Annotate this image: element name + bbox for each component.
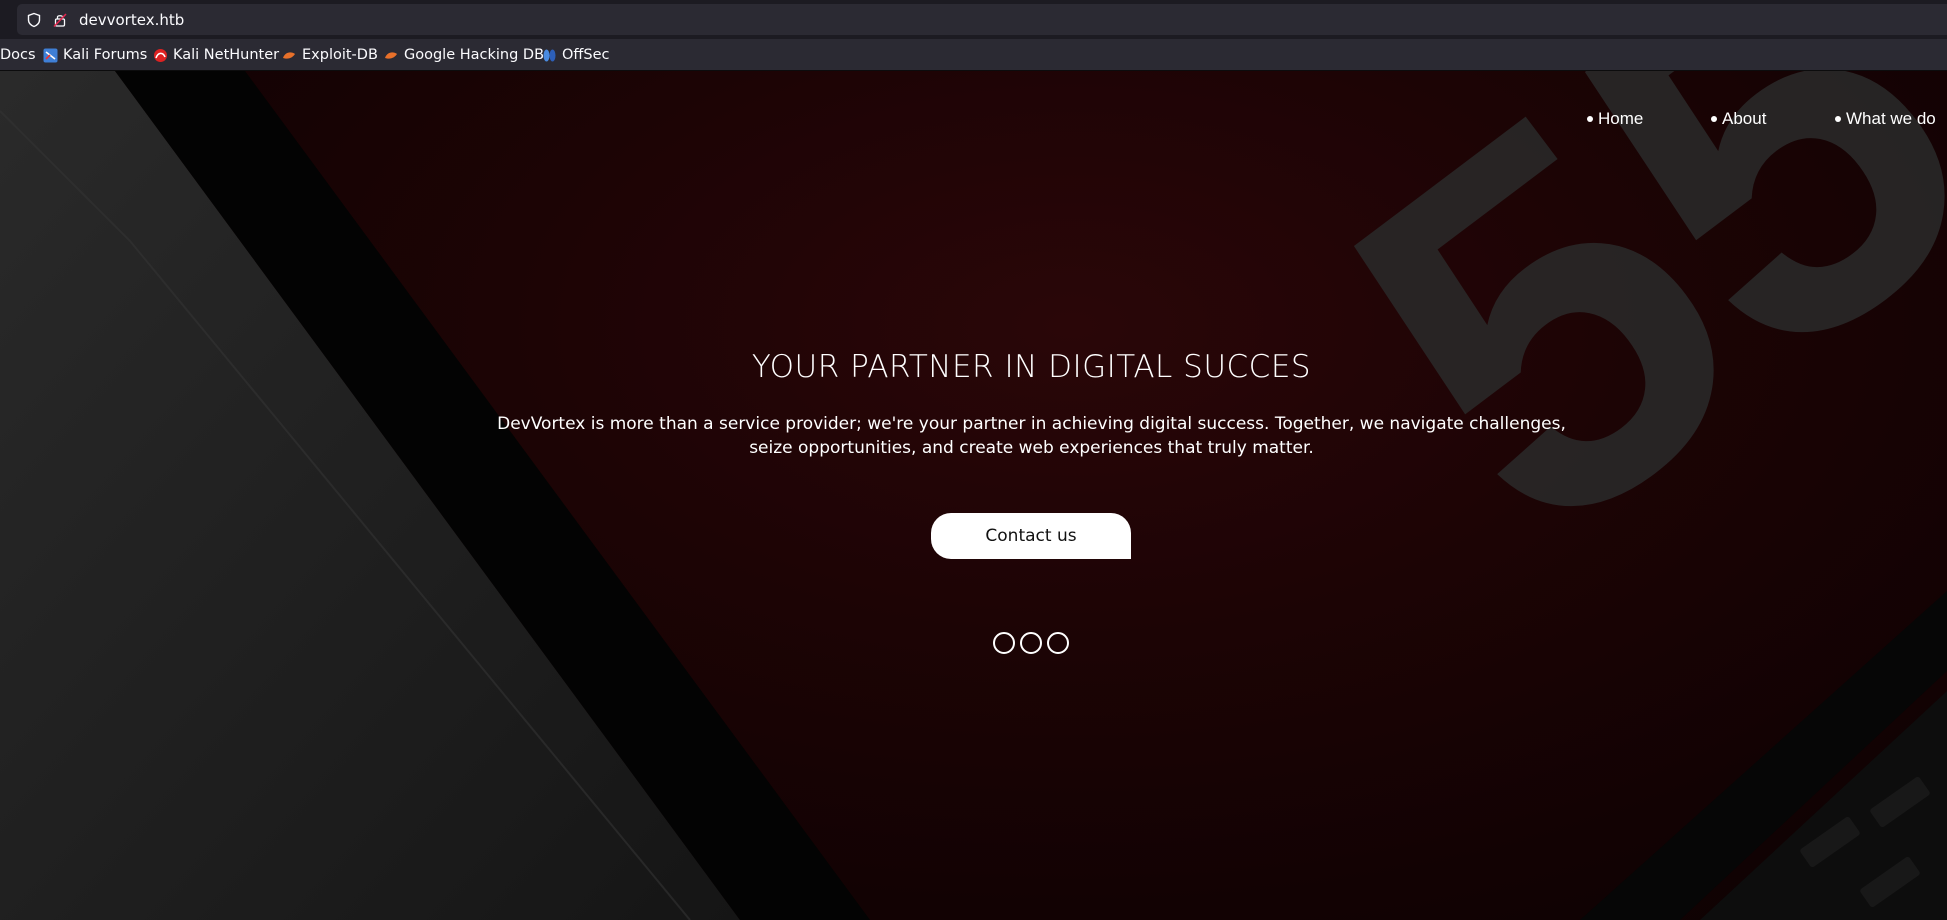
carousel-indicators [993, 632, 1069, 654]
bookmark-offsec[interactable]: OffSec [542, 46, 610, 64]
nav-item-about[interactable]: About [1711, 107, 1766, 131]
bookmark-label: Kali Forums [63, 47, 148, 63]
offsec-icon [543, 49, 556, 61]
hero-headline: YOUR PARTNER IN DIGITAL SUCCES [751, 349, 1312, 385]
bookmark-label: Google Hacking DB [404, 47, 545, 63]
contact-us-button[interactable]: Contact us [931, 513, 1131, 559]
bookmark-label: Docs [0, 47, 36, 63]
bookmark-exploit-db[interactable]: Exploit-DB [282, 46, 378, 64]
bookmark-label: Kali NetHunter [173, 47, 280, 63]
nav-bullet-icon [1835, 116, 1841, 122]
bookmark-docs[interactable]: Docs [0, 46, 36, 64]
bookmark-label: Exploit-DB [302, 47, 378, 63]
nav-item-what-we-do[interactable]: What we do [1835, 107, 1936, 131]
hero-background-image: 55 [0, 71, 1947, 920]
bookmark-google-hacking-db[interactable]: Google Hacking DB [384, 46, 544, 64]
nav-bullet-icon [1711, 116, 1717, 122]
insecure-lock-icon[interactable] [52, 12, 68, 28]
bookmarks-toolbar: Docs Kali Forums Kali NetHunter Exploit-… [0, 39, 1947, 71]
bookmark-kali-forums[interactable]: Kali Forums [43, 46, 147, 64]
bookmark-kali-nethunter[interactable]: Kali NetHunter [153, 46, 279, 64]
address-bar[interactable]: devvortex.htb [17, 4, 1947, 35]
hero-subtext: DevVortex is more than a service provide… [497, 414, 1566, 458]
carousel-dot-3[interactable] [1047, 632, 1069, 654]
nav-label: Home [1598, 109, 1644, 128]
kali-forums-icon [43, 48, 58, 62]
hero-section: 55 Home About What we do [0, 71, 1947, 920]
carousel-dot-2[interactable] [1020, 632, 1042, 654]
bookmark-label: OffSec [562, 47, 610, 63]
nav-label: What we do [1846, 109, 1936, 128]
nav-bullet-icon [1587, 116, 1593, 122]
tracking-protection-shield-icon[interactable] [26, 12, 42, 28]
google-hacking-db-icon [385, 51, 397, 59]
kali-nethunter-icon [154, 48, 167, 62]
url-text[interactable]: devvortex.htb [79, 11, 184, 29]
browser-toolbar: devvortex.htb [0, 0, 1947, 39]
nav-label: About [1722, 109, 1767, 128]
carousel-dot-1[interactable] [993, 632, 1015, 654]
nav-item-home[interactable]: Home [1587, 107, 1643, 131]
exploit-db-icon [283, 51, 295, 59]
